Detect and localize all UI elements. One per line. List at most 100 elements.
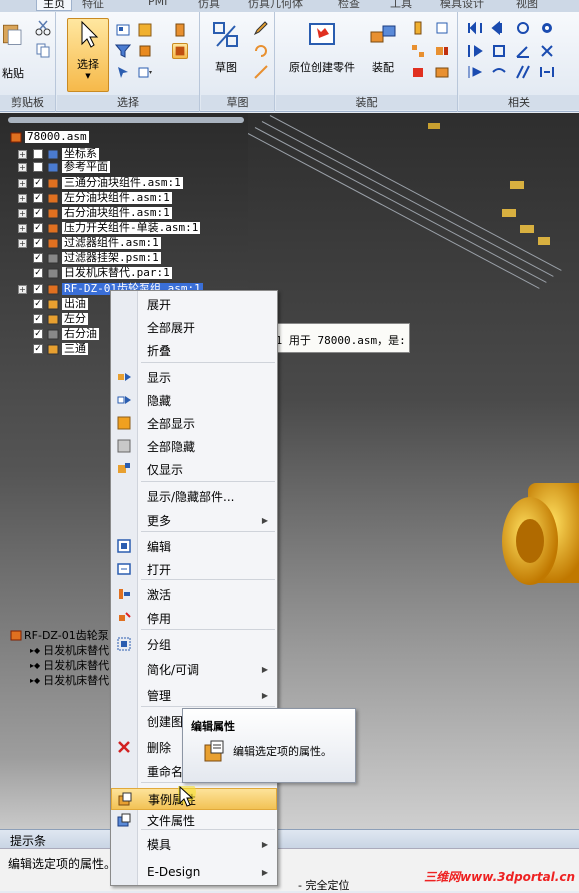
list-item[interactable]: ▸◆ 日发机床替代 (30, 658, 109, 672)
visibility-checkbox[interactable]: ✓ (33, 253, 43, 263)
sketch-button[interactable]: 草图 (205, 20, 247, 75)
relate-align-icon[interactable] (491, 20, 507, 36)
tab-view[interactable]: 视图 (516, 0, 538, 11)
menu-item[interactable]: 简化/可调 ▶ (111, 658, 277, 680)
relate-parallel-icon[interactable] (467, 43, 483, 59)
visibility-checkbox[interactable]: ✓ (33, 193, 43, 203)
relate-angle-icon[interactable] (515, 43, 531, 59)
menu-item[interactable]: 全部展开 (111, 316, 277, 338)
tree-item[interactable]: + 参考平面 (18, 160, 110, 174)
menu-item[interactable]: 管理 ▶ (111, 684, 277, 706)
menu-item[interactable]: 更多 ▶ (111, 509, 277, 531)
select-options-icon[interactable] (137, 64, 153, 80)
tab-mold-design[interactable]: 模具设计 (440, 0, 484, 11)
tree-item[interactable]: + ✓ 右分油块组件.asm:1 (18, 206, 172, 220)
expand-toggle-icon[interactable]: + (18, 223, 27, 233)
select-tool-icon[interactable] (115, 22, 131, 38)
visibility-checkbox[interactable]: ✓ (33, 284, 43, 294)
menu-item[interactable]: 折叠 (111, 339, 277, 361)
draw-line-icon[interactable] (253, 64, 269, 80)
tree-item[interactable]: ✓ 过滤器挂架.psm:1 (18, 251, 161, 265)
menu-item[interactable]: 全部隐藏 (111, 435, 277, 457)
menu-item[interactable]: 打开 (111, 558, 277, 580)
select-part-icon[interactable] (137, 43, 153, 59)
tree-item[interactable]: ✓ 右分油 (18, 327, 99, 341)
menu-item[interactable]: 显示/隐藏部件... (111, 485, 277, 507)
relate-center-icon[interactable] (539, 64, 555, 80)
menu-item[interactable]: 停用 (111, 607, 277, 629)
tab-home[interactable]: 主页 (36, 0, 72, 11)
expand-toggle-icon[interactable]: + (18, 193, 27, 203)
visibility-checkbox[interactable]: ✓ (33, 208, 43, 218)
tab-features[interactable]: 特征 (82, 0, 104, 11)
body-select-icon[interactable] (172, 43, 188, 59)
menu-item[interactable]: 文件属性 (111, 809, 277, 831)
menu-item[interactable]: 分组 (111, 633, 277, 655)
relate-rigid-icon[interactable] (515, 64, 531, 80)
select-button[interactable]: 选择 ▼ (67, 18, 109, 92)
cut-icon[interactable] (35, 20, 51, 36)
relate-tangent-icon[interactable] (539, 43, 555, 59)
filter-icon[interactable] (115, 43, 131, 59)
tree-item[interactable]: ✓ 出油 (18, 297, 88, 311)
tree-item[interactable]: + ✓ 压力开关组件-单装.asm:1 (18, 221, 201, 235)
menu-item[interactable]: 激活 (111, 583, 277, 605)
tab-tools[interactable]: 工具 (390, 0, 412, 11)
tree-item[interactable]: + ✓ 过滤器组件.asm:1 (18, 236, 161, 250)
tree-item[interactable]: ✓ 左分 (18, 312, 88, 326)
menu-item[interactable]: E-Design ▶ (111, 861, 277, 883)
paste-button[interactable]: 粘贴 (0, 20, 26, 81)
select-group-icon[interactable] (137, 22, 153, 38)
relate-cam-icon[interactable] (467, 64, 483, 80)
expand-toggle-icon[interactable]: + (18, 149, 27, 159)
menu-item[interactable]: 模具 ▶ (111, 833, 277, 855)
tree-root[interactable]: 78000.asm (10, 130, 89, 144)
panel-resize-handle[interactable] (8, 117, 244, 123)
visibility-checkbox[interactable] (33, 149, 43, 159)
tree-item[interactable]: + ✓ 左分油块组件.asm:1 (18, 191, 172, 205)
assemble-button[interactable]: 装配 (366, 20, 400, 75)
menu-item[interactable]: 编辑 (111, 535, 277, 557)
tree-item[interactable]: ✓ 三通 (18, 342, 88, 356)
menu-item[interactable]: 隐藏 (111, 389, 277, 411)
expand-toggle-icon[interactable]: + (18, 208, 27, 218)
menu-item[interactable]: 仅显示 (111, 458, 277, 480)
expand-toggle-icon[interactable]: + (18, 238, 27, 248)
expand-toggle-icon[interactable]: + (18, 162, 27, 172)
tab-inspect[interactable]: 检查 (338, 0, 360, 11)
list-item[interactable]: ▸◆ 日发机床替代 (30, 673, 109, 687)
pick-icon[interactable] (115, 64, 131, 80)
lower-panel-title[interactable]: RF-DZ-01齿轮泵 (10, 628, 109, 642)
visibility-checkbox[interactable]: ✓ (33, 314, 43, 324)
menu-item[interactable]: 展开 (111, 293, 277, 315)
tab-pmi[interactable]: PMI (148, 0, 167, 11)
relate-path-icon[interactable] (491, 64, 507, 80)
visibility-checkbox[interactable] (33, 162, 43, 172)
visibility-checkbox[interactable]: ✓ (33, 344, 43, 354)
tab-simulation[interactable]: 仿真 (198, 0, 220, 11)
menu-item[interactable]: 全部显示 (111, 412, 277, 434)
pattern-icon[interactable] (410, 43, 426, 59)
relate-connect-icon[interactable] (491, 43, 507, 59)
mirror-component-icon[interactable] (410, 64, 426, 80)
visibility-checkbox[interactable]: ✓ (33, 329, 43, 339)
replace-part-icon[interactable] (434, 20, 450, 36)
menu-item[interactable]: 显示 (111, 366, 277, 388)
visibility-checkbox[interactable]: ✓ (33, 223, 43, 233)
rotate-sketch-icon[interactable] (253, 43, 269, 59)
tab-sim-geometry[interactable]: 仿真几何体 (248, 0, 303, 11)
visibility-checkbox[interactable]: ✓ (33, 268, 43, 278)
transfer-icon[interactable] (434, 64, 450, 80)
copy-icon[interactable] (35, 42, 51, 58)
relate-gear-icon[interactable] (539, 20, 555, 36)
expand-toggle-icon[interactable]: + (18, 284, 27, 294)
insert-component-icon[interactable] (410, 20, 426, 36)
tree-item[interactable]: + 坐标系 (18, 147, 99, 161)
visibility-checkbox[interactable]: ✓ (33, 238, 43, 248)
relate-insert-icon[interactable] (515, 20, 531, 36)
tree-item[interactable]: ✓ 日发机床替代.par:1 (18, 266, 172, 280)
pencil-icon[interactable] (253, 20, 269, 36)
list-item[interactable]: ▸◆ 日发机床替代 (30, 643, 109, 657)
expand-toggle-icon[interactable]: + (18, 178, 27, 188)
disperse-icon[interactable] (434, 43, 450, 59)
